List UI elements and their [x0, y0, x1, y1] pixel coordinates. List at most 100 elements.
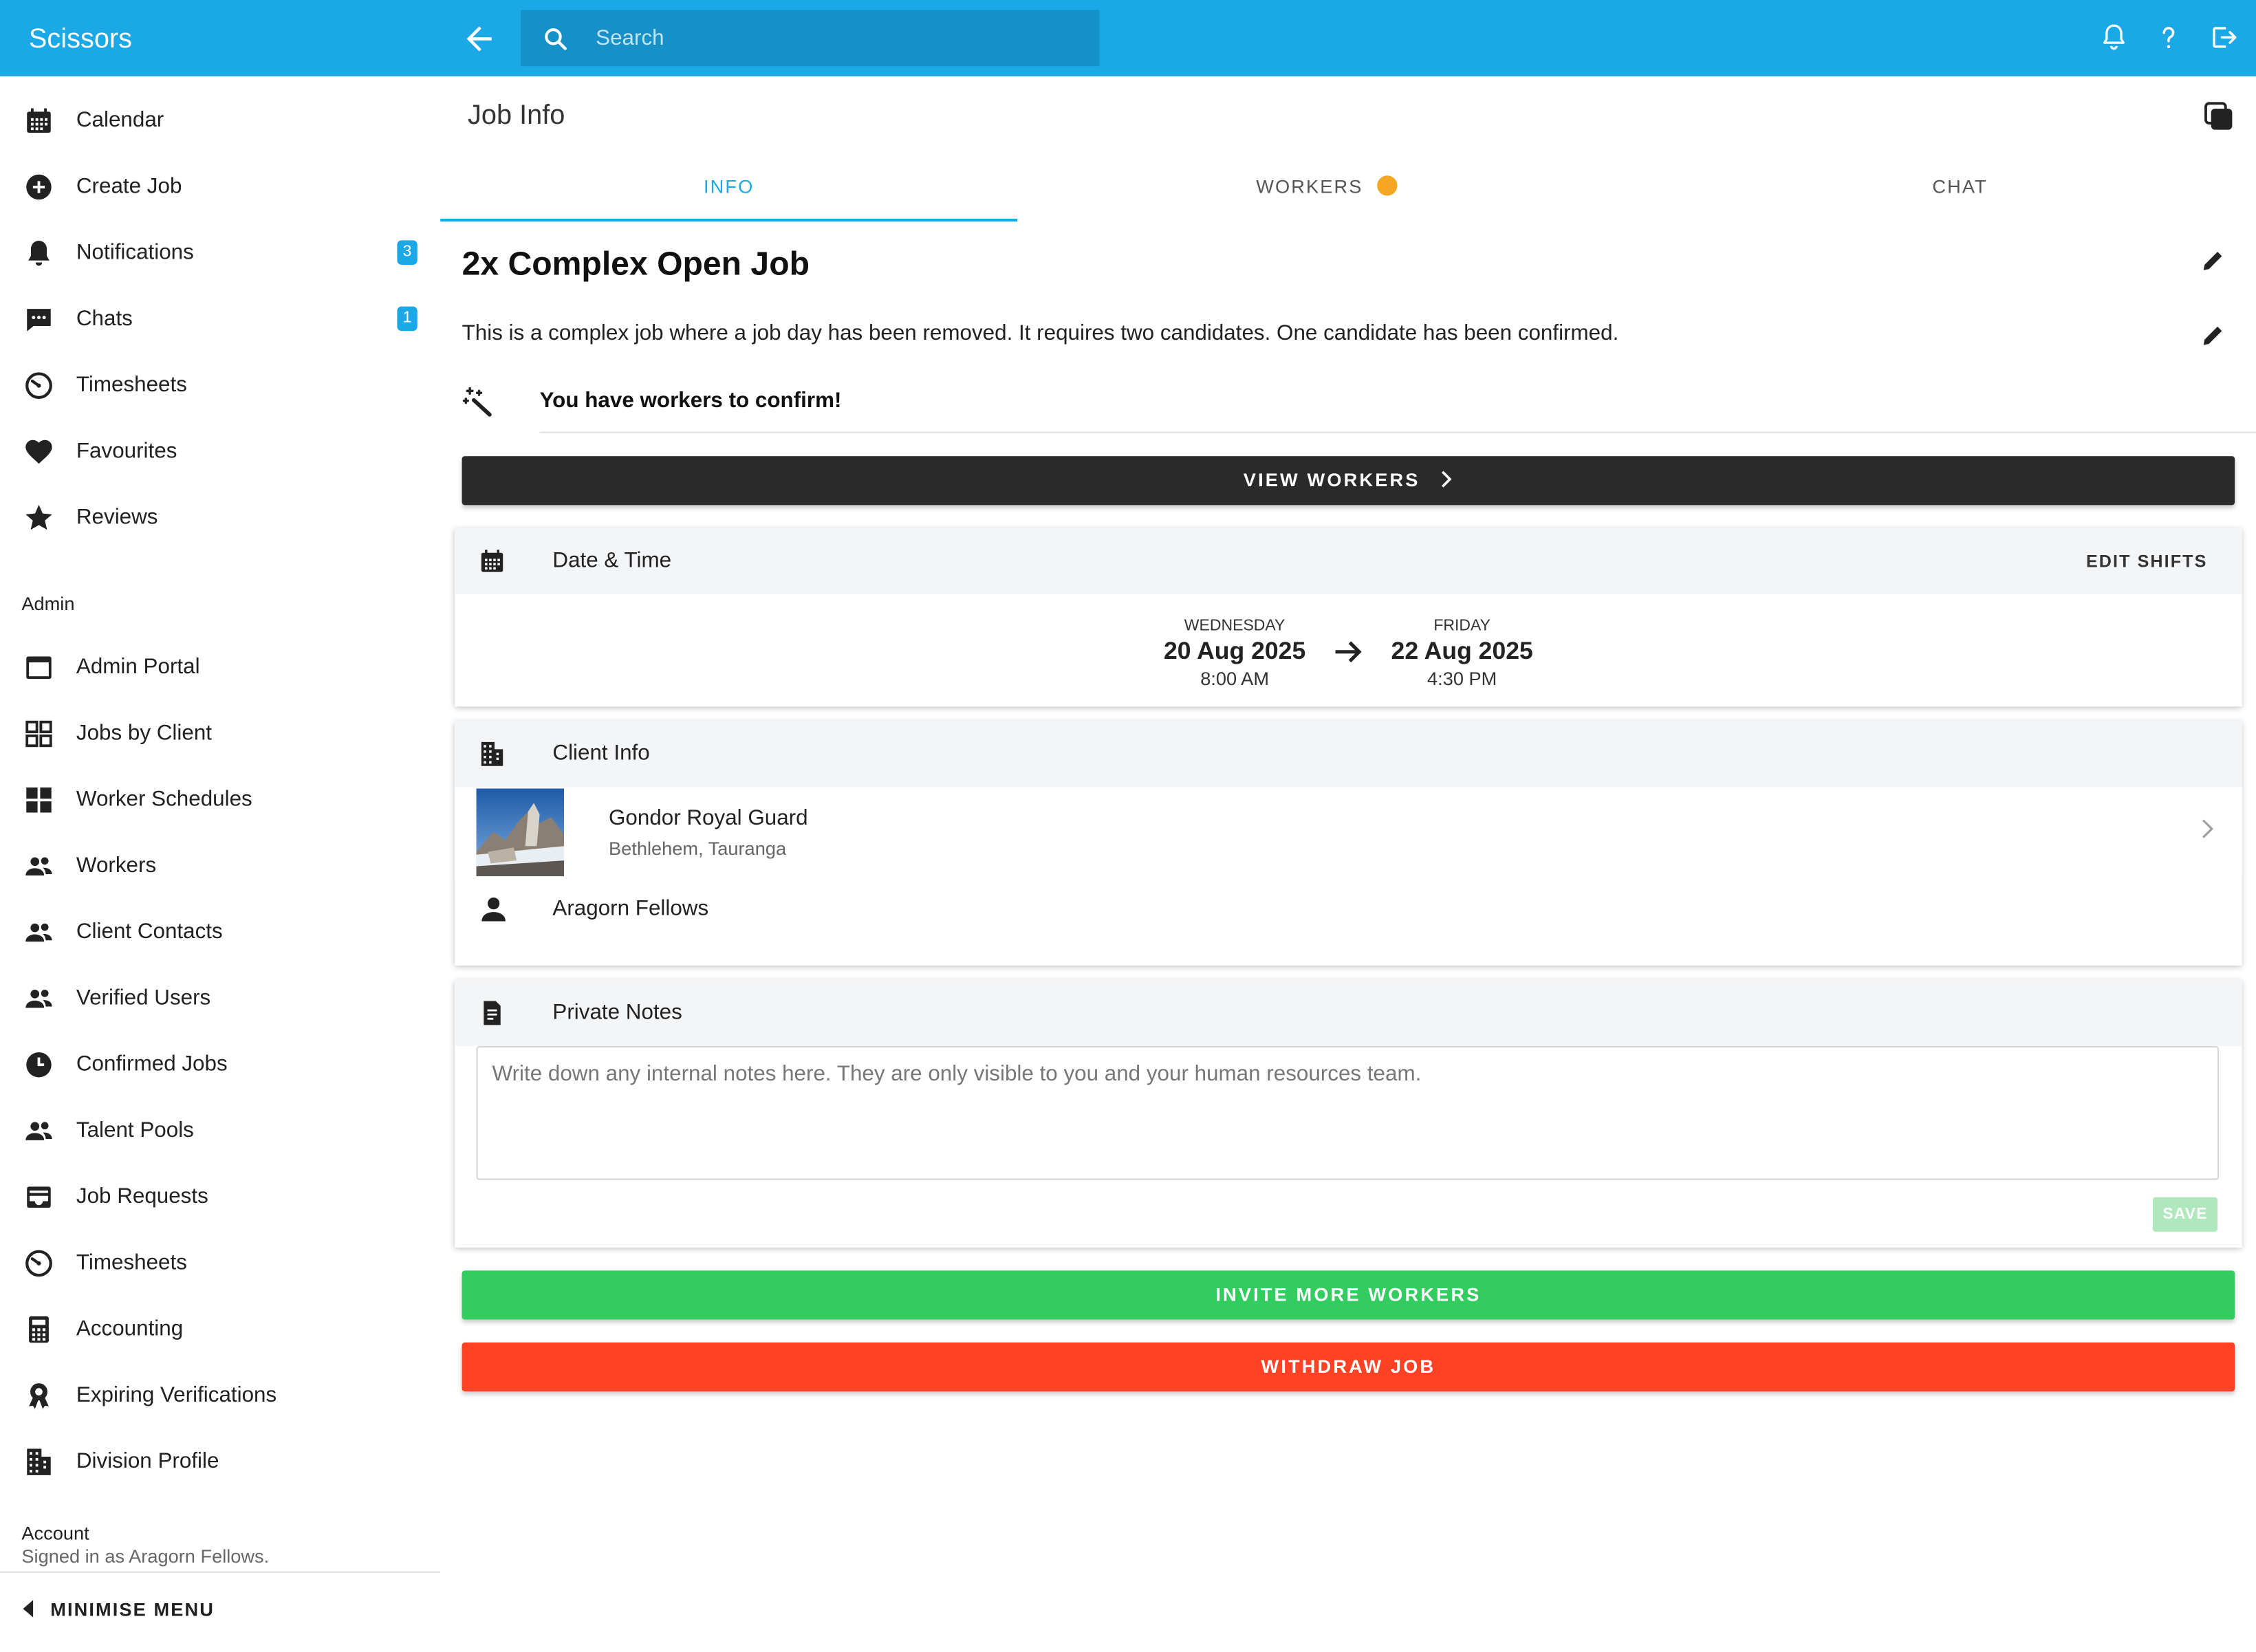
tab-info[interactable]: INFO — [440, 158, 1018, 222]
chevron-right-icon — [1441, 470, 1452, 488]
sidebar-item-create-job[interactable]: Create Job — [0, 154, 440, 220]
award-icon — [23, 1380, 54, 1411]
sidebar-item-accounting[interactable]: Accounting — [0, 1296, 440, 1362]
copy-icon[interactable] — [2203, 100, 2235, 132]
tab-workers[interactable]: WORKERS — [1017, 158, 1636, 219]
notifications-bell-icon[interactable] — [2098, 21, 2129, 53]
sidebar-item-favourites[interactable]: Favourites — [0, 419, 440, 485]
help-icon[interactable] — [2153, 21, 2184, 53]
client-info-card: Client Info Gondor Royal Guard Bethlehem… — [455, 721, 2242, 966]
sidebar-item-admin-portal[interactable]: Admin Portal — [0, 635, 440, 701]
sidebar-item-label: Chats — [76, 306, 133, 332]
private-notes-heading: Private Notes — [552, 1000, 682, 1025]
signed-in-text: Signed in as Aragorn Fellows. — [21, 1545, 270, 1567]
sidebar-item-job-requests[interactable]: Job Requests — [0, 1164, 440, 1230]
sidebar-item-client-contacts[interactable]: Client Contacts — [0, 900, 440, 966]
app-brand[interactable]: Scissors — [29, 0, 132, 76]
save-notes-button[interactable]: SAVE — [2152, 1197, 2218, 1232]
sidebar-item-calendar[interactable]: Calendar — [0, 88, 440, 154]
calendar-icon — [478, 547, 507, 576]
workers-status-dot — [1377, 175, 1398, 196]
sidebar-item-notifications[interactable]: Notifications 3 — [0, 220, 440, 286]
sidebar-item-expiring-verifications[interactable]: Expiring Verifications — [0, 1362, 440, 1428]
note-icon — [478, 999, 507, 1028]
sidebar-item-workers[interactable]: Workers — [0, 833, 440, 899]
confirm-workers-notice: You have workers to confirm! — [539, 388, 842, 413]
logout-icon[interactable] — [2207, 21, 2239, 53]
magic-wand-icon — [462, 386, 494, 417]
add-circle-icon — [23, 171, 54, 203]
sidebar-item-reviews[interactable]: Reviews — [0, 485, 440, 551]
sidebar-item-division-profile[interactable]: Division Profile — [0, 1429, 440, 1495]
notifications-count-badge: 3 — [397, 240, 417, 265]
end-datetime: FRIDAY 22 Aug 2025 4:30 PM — [1376, 618, 1548, 690]
sidebar-item-label: Confirmed Jobs — [76, 1052, 228, 1076]
edit-title-pencil-icon[interactable] — [2200, 248, 2226, 274]
edit-description-pencil-icon[interactable] — [2200, 323, 2226, 349]
calculator-icon — [23, 1314, 54, 1345]
start-day: WEDNESDAY — [1184, 617, 1286, 635]
sidebar-item-worker-schedules[interactable]: Worker Schedules — [0, 767, 440, 833]
date-time-card-header: Date & Time EDIT SHIFTS — [455, 528, 2242, 595]
client-name: Gondor Royal Guard — [609, 805, 808, 831]
sidebar-item-label: Expiring Verifications — [76, 1382, 277, 1408]
back-arrow-icon[interactable] — [461, 20, 498, 57]
sidebar: Calendar Create Job Notifications 3 Chat… — [0, 76, 441, 1652]
edit-shifts-button[interactable]: EDIT SHIFTS — [2086, 528, 2207, 594]
people-icon — [23, 1115, 54, 1146]
start-datetime: WEDNESDAY 20 Aug 2025 8:00 AM — [1149, 618, 1321, 690]
view-workers-label: VIEW WORKERS — [1243, 469, 1420, 491]
client-info-heading: Client Info — [552, 741, 650, 766]
tab-chat[interactable]: CHAT — [1636, 158, 2256, 219]
withdraw-job-button[interactable]: WITHDRAW JOB — [462, 1343, 2235, 1392]
sidebar-item-chats[interactable]: Chats 1 — [0, 286, 440, 352]
sidebar-item-timesheets-admin[interactable]: Timesheets — [0, 1230, 440, 1296]
client-thumbnail-image — [476, 788, 565, 877]
sidebar-item-label: Job Requests — [76, 1184, 208, 1209]
end-time: 4:30 PM — [1427, 667, 1497, 690]
client-info-card-header: Client Info — [455, 721, 2242, 787]
invite-more-workers-button[interactable]: INVITE MORE WORKERS — [462, 1270, 2235, 1320]
inbox-icon — [23, 1182, 54, 1213]
sidebar-item-label: Reviews — [76, 505, 158, 530]
sidebar-item-label: Timesheets — [76, 1250, 187, 1275]
sidebar-item-label: Worker Schedules — [76, 787, 252, 812]
sidebar-divider — [0, 1571, 441, 1573]
tab-label: WORKERS — [1256, 175, 1363, 197]
top-bar: Scissors — [0, 0, 2256, 76]
start-date: 20 Aug 2025 — [1163, 637, 1306, 665]
notice-divider — [539, 431, 2256, 433]
search-input[interactable] — [596, 10, 1085, 67]
minimise-menu-button[interactable]: MINIMISE MENU — [20, 1594, 213, 1623]
building-icon — [478, 739, 507, 768]
sidebar-item-label: Calendar — [76, 107, 164, 133]
bell-icon — [23, 237, 54, 269]
sidebar-item-talent-pools[interactable]: Talent Pools — [0, 1098, 440, 1164]
timer-icon — [23, 1248, 54, 1279]
client-row[interactable]: Gondor Royal Guard Bethlehem, Tauranga — [455, 787, 2242, 877]
account-section-heading: Account — [21, 1522, 89, 1544]
sidebar-item-jobs-by-client[interactable]: Jobs by Client — [0, 701, 440, 767]
end-day: FRIDAY — [1433, 617, 1491, 635]
search-bar — [521, 10, 1100, 67]
clock-icon — [23, 1049, 54, 1080]
job-title: 2x Complex Open Job — [462, 244, 810, 283]
browser-icon — [23, 652, 54, 684]
people-icon — [23, 983, 54, 1014]
sidebar-item-timesheets[interactable]: Timesheets — [0, 353, 440, 419]
people-icon — [23, 917, 54, 948]
sidebar-item-label: Create Job — [76, 174, 182, 199]
app-root: Scissors Calendar Create Job — [0, 0, 2256, 1652]
sidebar-item-label: Jobs by Client — [76, 721, 213, 746]
grid-outline-icon — [23, 718, 54, 750]
people-icon — [23, 850, 54, 882]
chevron-right-icon — [2199, 818, 2216, 838]
person-icon — [478, 893, 510, 925]
sidebar-item-verified-users[interactable]: Verified Users — [0, 966, 440, 1032]
sidebar-item-confirmed-jobs[interactable]: Confirmed Jobs — [0, 1032, 440, 1098]
calendar-icon — [23, 105, 54, 137]
client-location: Bethlehem, Tauranga — [609, 837, 787, 860]
private-notes-textarea[interactable] — [476, 1046, 2220, 1180]
heart-icon — [23, 436, 54, 468]
view-workers-button[interactable]: VIEW WORKERS — [462, 456, 2235, 506]
